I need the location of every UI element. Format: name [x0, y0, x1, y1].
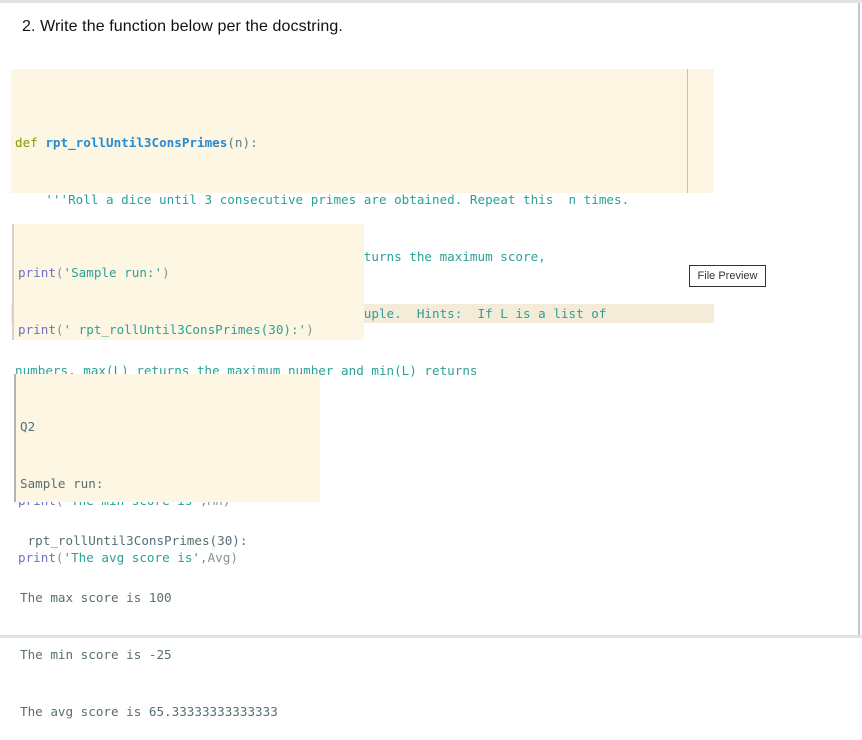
output-line: Q2: [20, 419, 36, 434]
output-line: rpt_rollUntil3ConsPrimes(30):: [20, 533, 248, 548]
scrollbar-track[interactable]: [858, 3, 860, 635]
code-punct: ): [306, 322, 314, 337]
output-line: Sample run:: [20, 476, 104, 491]
sample-output-block: Q2 Sample run: rpt_rollUntil3ConsPrimes(…: [14, 374, 320, 719]
code-line: def rpt_rollUntil3ConsPrimes(n):: [11, 133, 714, 152]
output-line: The avg score is 65.33333333333333: [20, 704, 278, 719]
function-docstring-code-block: def rpt_rollUntil3ConsPrimes(n): '''Roll…: [11, 69, 714, 435]
code-builtin: print: [18, 265, 56, 280]
code-punct: (: [55, 322, 64, 337]
top-divider: [0, 0, 862, 3]
code-ruler-line: [687, 69, 688, 193]
code-string: ' rpt_rollUntil3ConsPrimes(30):': [63, 322, 307, 337]
code-string: 'Sample run:': [63, 265, 163, 280]
code-params: (n):: [227, 135, 258, 150]
code-keyword: def: [15, 135, 38, 150]
file-preview-button[interactable]: File Preview: [689, 265, 766, 287]
code-punct: ): [162, 265, 170, 280]
output-line: The max score is 100: [20, 590, 172, 605]
code-line: print('Sample run:'): [14, 263, 364, 282]
code-function-name: rpt_rollUntil3ConsPrimes: [45, 135, 228, 150]
question-heading: 2. Write the function below per the docs…: [22, 18, 343, 35]
code-line: '''Roll a dice until 3 consecutive prime…: [15, 192, 630, 207]
sample-run-code-block: print('Sample run:') print(' rpt_rollUnt…: [12, 224, 364, 565]
output-line: The min score is -25: [20, 647, 172, 662]
code-builtin: print: [18, 322, 56, 337]
code-punct: (: [55, 265, 64, 280]
code-line: print(' rpt_rollUntil3ConsPrimes(30):'): [14, 320, 364, 339]
